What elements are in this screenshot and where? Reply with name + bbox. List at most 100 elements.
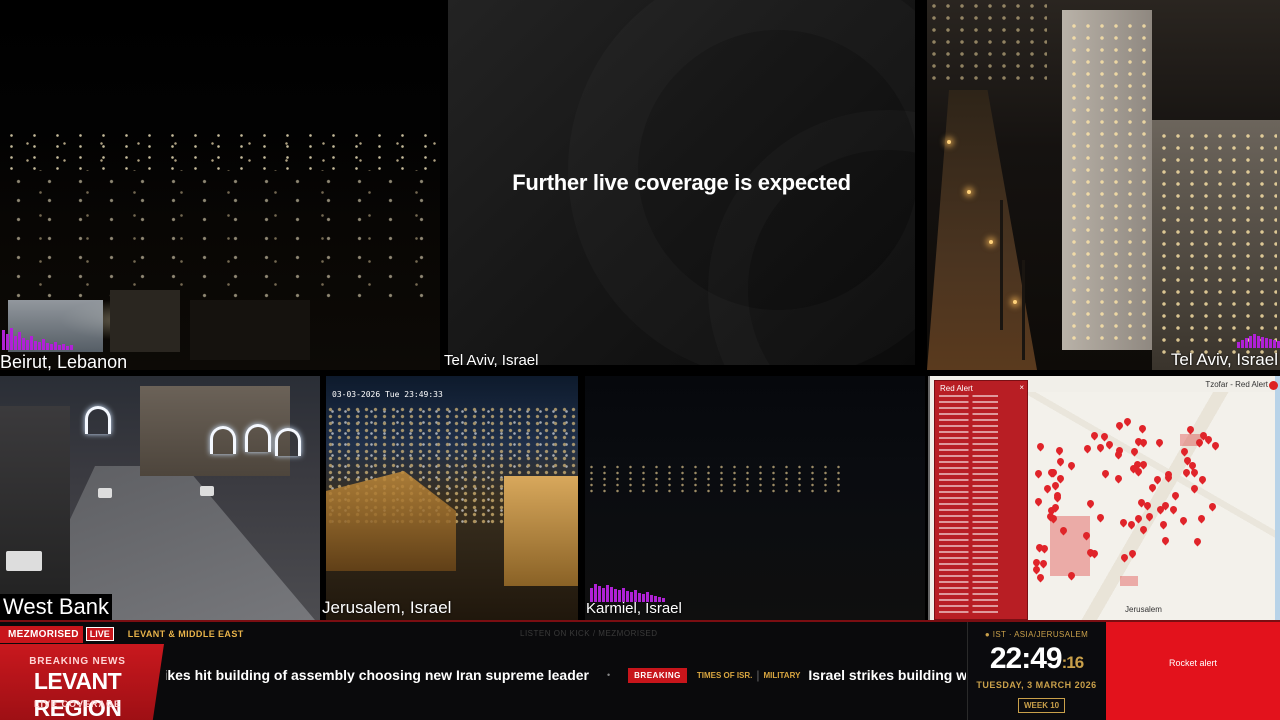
alert-zone	[1120, 576, 1138, 586]
alert-zone	[1180, 434, 1202, 446]
building-windows	[1157, 130, 1277, 360]
camera-label-tel-aviv-center: Tel Aviv, Israel	[444, 352, 539, 369]
alert-list-title: Red Alert	[940, 384, 973, 393]
citadel	[504, 476, 578, 586]
audio-bar	[50, 344, 53, 350]
audio-bar	[54, 342, 57, 350]
car	[98, 488, 112, 498]
live-coverage-label: LIVE COVERAGE	[33, 699, 121, 709]
building-windows	[1067, 20, 1147, 340]
clock-hours-minutes: 22:49	[989, 642, 1063, 675]
multi-camera-stream: Beirut, Lebanon Further live coverage is…	[0, 0, 1280, 720]
car	[200, 486, 214, 496]
camera-timestamp: 03-03-2026 Tue 23:49:33	[332, 390, 443, 399]
camera-feed-west-bank[interactable]	[0, 376, 320, 620]
ticker-separator: •	[607, 670, 611, 680]
car	[6, 551, 42, 571]
camera-feed-placeholder[interactable]: Further live coverage is expected	[448, 0, 915, 365]
camera-feed-jerusalem[interactable]: 03-03-2026 Tue 23:49:33	[326, 376, 578, 620]
coverage-message: Further live coverage is expected	[512, 170, 851, 195]
breaking-tag: BREAKING	[628, 667, 687, 683]
audio-bar	[26, 340, 29, 350]
camera-feed-beirut[interactable]	[0, 0, 440, 370]
audio-bar	[30, 336, 33, 350]
street-lamp	[1013, 300, 1017, 304]
breaking-region-title: LEVANT REGION	[33, 668, 122, 720]
audio-bar	[6, 334, 9, 350]
building-windows	[927, 0, 1047, 80]
audio-bar	[1265, 338, 1268, 348]
news-ticker-bar: MEZMORISED LIVE LEVANT & MIDDLE EAST LIS…	[0, 620, 1280, 720]
clock-time: 22:49:16	[968, 642, 1105, 676]
camera-label-tel-aviv-right: Tel Aviv, Israel	[1170, 350, 1278, 369]
audio-bar	[1253, 334, 1256, 348]
street	[927, 90, 1037, 370]
light-arch	[210, 426, 236, 454]
street-lamp	[989, 240, 993, 244]
map-city-label: Jerusalem	[1125, 605, 1162, 614]
audio-bar	[70, 345, 73, 350]
ticker-headline: Israel strikes building where Iranian cl…	[808, 667, 966, 683]
audio-bar	[22, 338, 25, 350]
audio-bar	[14, 336, 17, 350]
building	[110, 290, 180, 352]
light-arch	[85, 406, 111, 434]
ticker-track: rikes hit building of assembly choosing …	[166, 662, 966, 688]
alert-list-panel[interactable]: Red Alert ×	[934, 380, 1028, 620]
region-tag: LEVANT & MIDDLE EAST	[127, 629, 244, 639]
audio-bar	[58, 345, 61, 350]
clock-panel: ● IST · ASIA/JERUSALEM 22:49:16 TUESDAY,…	[967, 622, 1105, 720]
news-source: TIMES OF ISR.	[696, 670, 753, 680]
street-lamp	[967, 190, 971, 194]
camera-label-jerusalem: Jerusalem, Israel	[322, 598, 452, 617]
building	[190, 300, 310, 360]
audio-bar	[66, 346, 69, 350]
camera-label-west-bank: West Bank	[0, 594, 112, 620]
news-category: MILITARY	[763, 670, 801, 680]
ticker-headline: rikes hit building of assembly choosing …	[166, 667, 589, 683]
audio-level-meter	[1237, 334, 1280, 348]
map-land	[1028, 392, 1280, 620]
city-lights	[0, 170, 440, 300]
audio-bar	[10, 328, 13, 350]
palm-tree	[1000, 200, 1003, 330]
live-badge: LIVE	[85, 627, 114, 641]
camera-feed-karmiel[interactable]	[585, 376, 925, 620]
audio-bar	[1241, 340, 1244, 348]
red-alert-map[interactable]: Tzofar - Red Alert Jerusalem Red Alert ×	[928, 376, 1280, 620]
audio-bar	[62, 344, 65, 350]
audio-bar	[1245, 338, 1248, 348]
audio-bar	[1269, 339, 1272, 348]
brand-row: MEZMORISED LIVE LEVANT & MIDDLE EAST	[0, 625, 244, 643]
city-lights	[0, 130, 440, 170]
rocket-alert-label: Rocket alert	[1168, 658, 1218, 668]
ticker-divider: |	[756, 668, 760, 682]
palm-tree	[1022, 260, 1025, 360]
breaking-news-box: BREAKING NEWS LEVANT REGION LIVE COVERAG…	[0, 644, 164, 720]
camera-label-beirut: Beirut, Lebanon	[0, 352, 128, 372]
channel-brand: MEZMORISED	[0, 625, 83, 643]
alert-zone	[1050, 516, 1090, 576]
clock-seconds: :16	[1061, 653, 1085, 672]
date-label: TUESDAY, 3 MARCH 2026	[976, 680, 1097, 690]
audio-bar	[46, 343, 49, 350]
audio-bar	[42, 339, 45, 350]
alert-indicator-icon	[1269, 381, 1278, 390]
close-icon[interactable]: ×	[1019, 383, 1024, 392]
map-header: Tzofar - Red Alert	[1205, 380, 1268, 389]
camera-feed-tel-aviv[interactable]	[927, 0, 1280, 370]
map-water	[1275, 376, 1280, 620]
audio-bar	[1273, 340, 1276, 348]
audio-bar	[1261, 337, 1264, 348]
city-lights	[585, 464, 845, 494]
street-lamp	[947, 140, 951, 144]
audio-bar	[2, 330, 5, 350]
audio-bar	[18, 332, 21, 350]
alert-locations-list	[939, 395, 1023, 615]
audio-bar	[38, 342, 41, 350]
breaking-news-label: BREAKING NEWS	[29, 656, 126, 667]
timezone-label: ● IST · ASIA/JERUSALEM	[984, 630, 1089, 639]
audio-level-meter	[2, 328, 73, 350]
headline-ticker: rikes hit building of assembly choosing …	[166, 662, 966, 688]
light-arch	[275, 428, 301, 456]
